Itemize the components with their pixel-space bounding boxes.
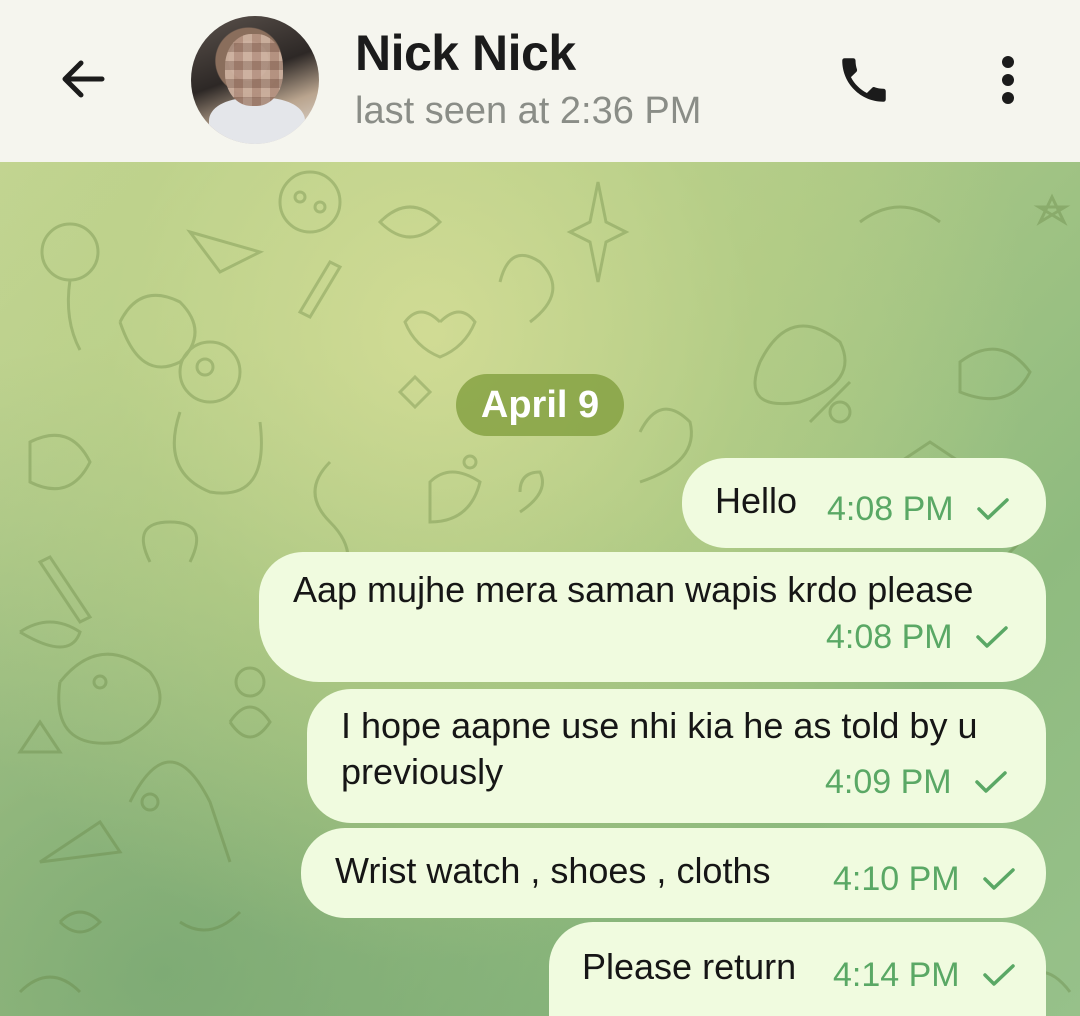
message-meta: 4:10 PM xyxy=(833,856,1016,902)
more-options-button[interactable] xyxy=(978,46,1038,118)
more-vertical-icon xyxy=(998,52,1018,113)
check-icon xyxy=(974,769,1008,795)
contact-name[interactable]: Nick Nick xyxy=(355,24,576,82)
message-meta: 4:08 PM xyxy=(827,486,1010,532)
phone-icon xyxy=(835,51,893,114)
message-time: 4:08 PM xyxy=(826,618,953,656)
last-seen-status: last seen at 2:36 PM xyxy=(355,90,702,132)
message-text: Hello xyxy=(715,480,798,521)
chat-area[interactable]: April 9 Hello 4:08 PM Aap mujhe mera sam… xyxy=(0,162,1080,1016)
message-time: 4:08 PM xyxy=(827,490,954,528)
arrow-left-icon xyxy=(56,52,110,111)
message-bubble-outgoing[interactable]: I hope aapne use nhi kia he as told by u… xyxy=(307,689,1046,823)
message-bubble-outgoing[interactable]: Aap mujhe mera saman wapis krdo please 4… xyxy=(259,552,1046,682)
call-button[interactable] xyxy=(828,46,900,118)
check-icon xyxy=(982,866,1016,892)
message-meta: 4:14 PM xyxy=(833,952,1016,998)
message-text: Aap mujhe mera saman wapis krdo please xyxy=(293,569,974,610)
avatar-face-blurred xyxy=(225,34,283,106)
check-icon xyxy=(976,496,1010,522)
message-bubble-outgoing[interactable]: Hello 4:08 PM xyxy=(682,458,1046,548)
date-separator: April 9 xyxy=(456,374,624,436)
check-icon xyxy=(975,624,1009,650)
check-icon xyxy=(982,962,1016,988)
message-text: Please return xyxy=(582,946,797,987)
message-text: Wrist watch , shoes , cloths xyxy=(335,850,771,891)
avatar[interactable] xyxy=(191,16,319,144)
message-bubble-outgoing[interactable]: Please return 4:14 PM xyxy=(549,922,1046,1016)
message-bubble-outgoing[interactable]: Wrist watch , shoes , cloths 4:10 PM xyxy=(301,828,1046,918)
message-time: 4:09 PM xyxy=(825,763,952,801)
message-time: 4:14 PM xyxy=(833,956,960,994)
message-meta: 4:09 PM xyxy=(825,759,1008,805)
chat-header: Nick Nick last seen at 2:36 PM xyxy=(0,0,1080,162)
message-meta: 4:08 PM xyxy=(826,614,1009,660)
message-time: 4:10 PM xyxy=(833,860,960,898)
back-button[interactable] xyxy=(50,48,116,114)
